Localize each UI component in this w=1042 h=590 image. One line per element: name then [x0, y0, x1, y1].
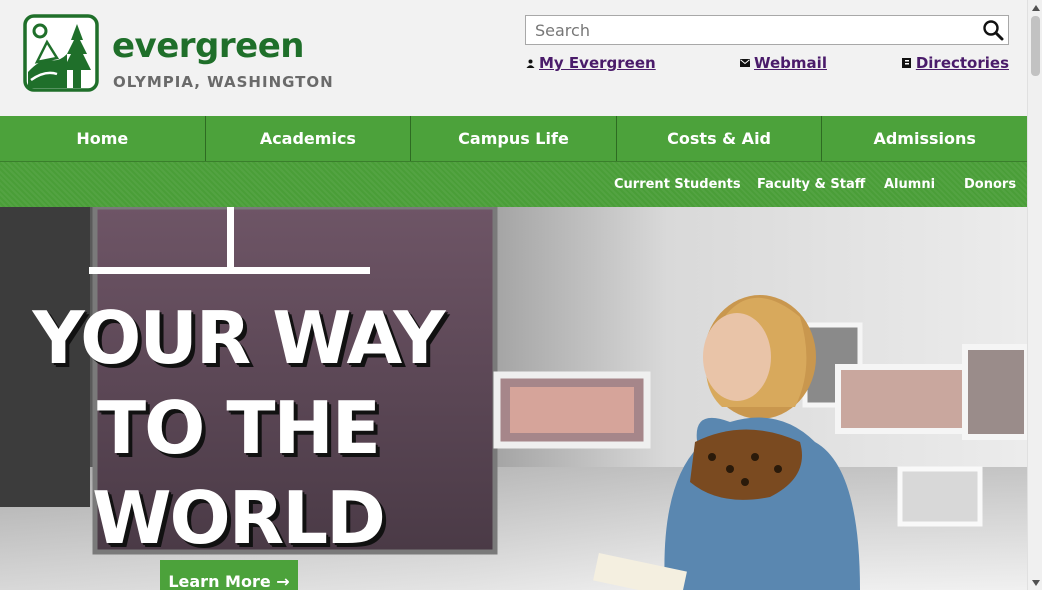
webmail-label: Webmail	[754, 54, 827, 72]
logo-location: OLYMPIA, WASHINGTON	[113, 73, 334, 91]
nav-faculty-staff[interactable]: Faculty & Staff	[757, 177, 865, 192]
nav-alumni[interactable]: Alumni	[884, 177, 935, 192]
nav-home[interactable]: Home	[0, 116, 206, 161]
webmail-link[interactable]: Webmail	[740, 54, 827, 72]
scroll-up-arrow[interactable]	[1028, 0, 1042, 15]
envelope-icon	[740, 58, 750, 68]
hero-headline-line: WORLD	[92, 476, 386, 560]
scroll-down-arrow[interactable]	[1028, 575, 1042, 590]
search-button[interactable]	[980, 17, 1006, 43]
nav-admissions[interactable]: Admissions	[822, 116, 1027, 161]
my-evergreen-link[interactable]: My Evergreen	[525, 54, 656, 72]
nav-campus-life[interactable]: Campus Life	[411, 116, 617, 161]
nav-donors[interactable]: Donors	[964, 177, 1016, 192]
nav-costs-aid[interactable]: Costs & Aid	[617, 116, 823, 161]
audience-navigation: Current Students Faculty & Staff Alumni …	[0, 162, 1027, 207]
hero-headline-line: TO THE	[97, 386, 381, 470]
decorative-lines	[89, 207, 370, 274]
search-icon	[983, 20, 1004, 41]
page: evergreen OLYMPIA, WASHINGTON My Evergre…	[0, 0, 1027, 590]
main-navigation: Home Academics Campus Life Costs & Aid A…	[0, 116, 1027, 162]
nav-academics[interactable]: Academics	[206, 116, 412, 161]
book-icon	[902, 58, 912, 68]
search-input[interactable]	[526, 16, 966, 44]
my-evergreen-label: My Evergreen	[539, 54, 656, 72]
scroll-thumb[interactable]	[1031, 16, 1040, 76]
site-header: evergreen OLYMPIA, WASHINGTON My Evergre…	[0, 0, 1027, 116]
utility-links: My Evergreen Webmail Directories	[525, 54, 1009, 76]
hero-headline-line: YOUR WAY	[32, 296, 446, 380]
nav-current-students[interactable]: Current Students	[614, 177, 741, 192]
triangle-up-icon	[1031, 4, 1040, 11]
evergreen-logo[interactable]: evergreen OLYMPIA, WASHINGTON	[23, 14, 333, 96]
hero-headline: YOUR WAY TO THE WORLD	[18, 293, 458, 563]
logo-wordmark: evergreen	[112, 26, 304, 66]
person-icon	[525, 58, 535, 68]
learn-more-button[interactable]: Learn More →	[160, 560, 298, 590]
search-box	[525, 15, 1009, 45]
directories-link[interactable]: Directories	[902, 54, 1009, 72]
page-scrollbar[interactable]	[1027, 0, 1042, 590]
directories-label: Directories	[915, 54, 1009, 72]
triangle-down-icon	[1031, 579, 1040, 586]
evergreen-tree-icon	[23, 14, 99, 92]
hero-banner: YOUR WAY TO THE WORLD Learn More →	[0, 207, 1027, 590]
